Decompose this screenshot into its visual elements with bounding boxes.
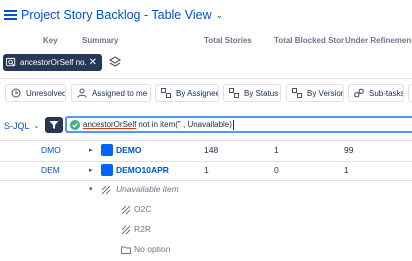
query-function: ancestorOrSelf: [83, 120, 137, 129]
group-by-icon: [292, 88, 302, 98]
hatched-item-icon: [121, 205, 131, 215]
quick-filter-unresolved[interactable]: Unresolved: [5, 84, 66, 102]
issue-key-link[interactable]: DMO: [41, 145, 61, 155]
list-item[interactable]: O2C: [0, 201, 412, 218]
project-icon: [101, 164, 113, 176]
layers-icon[interactable]: [108, 55, 122, 69]
toolbar-divider: [0, 78, 412, 79]
query-input[interactable]: ancestorOrSelf not in item(" , Unavailab…: [65, 116, 412, 133]
total-blocked-value: 1: [274, 145, 279, 155]
group-by-icon: [161, 88, 171, 98]
issue-key-link[interactable]: DEM: [41, 165, 60, 175]
chevron-down-icon: ⌄: [33, 123, 40, 130]
text-cursor: [232, 119, 234, 130]
under-refinement-value: 99: [344, 145, 354, 155]
quick-filter-sub-tasks[interactable]: Sub-tasks: [348, 84, 404, 102]
column-header-summary[interactable]: Summary: [82, 36, 118, 45]
clock-icon: [11, 88, 21, 98]
table-row[interactable]: DMO ▸ DEMO 148 1 99: [0, 142, 412, 159]
list-item[interactable]: No option: [0, 241, 412, 258]
column-header-key[interactable]: Key: [43, 36, 58, 45]
group-row-unavailable[interactable]: ▾ Unavailable item: [0, 181, 412, 198]
option-label: No option: [134, 244, 171, 254]
project-name-link[interactable]: DEMO10APR: [116, 165, 169, 175]
folder-icon: [121, 246, 131, 254]
filter-button[interactable]: [45, 117, 63, 133]
saved-filter-icon: [6, 57, 16, 67]
link-icon: [354, 88, 364, 98]
funnel-icon: [49, 121, 59, 129]
hatched-item-icon: [101, 185, 111, 195]
quick-filter-by-status[interactable]: By Status: [223, 84, 281, 102]
list-item[interactable]: R2R: [0, 221, 412, 238]
project-icon: [101, 144, 113, 156]
quick-filter-more[interactable]: [408, 84, 412, 102]
board-title[interactable]: Project Story Backlog - Table View ⌄: [4, 7, 223, 23]
under-refinement-value: 1: [344, 165, 349, 175]
column-header-total-stories[interactable]: Total Stories: [204, 36, 252, 45]
project-name-link[interactable]: DEMO: [116, 145, 142, 155]
total-blocked-value: 0: [274, 165, 279, 175]
table-view-icon: [4, 10, 17, 20]
hatched-item-icon: [121, 225, 131, 235]
column-header-total-blocked[interactable]: Total Blocked Stor: [274, 36, 344, 45]
column-header-under-refinement[interactable]: Under Refinemen: [345, 36, 411, 45]
quick-filter-label: By Status: [244, 88, 279, 98]
chevron-down-icon[interactable]: ⌄: [216, 10, 224, 21]
option-label: O2C: [134, 204, 152, 214]
quick-filter-bar: Unresolved Assigned to me By Assignee By…: [0, 84, 412, 102]
quick-filter-by-version[interactable]: By Version: [286, 84, 344, 102]
quick-filter-assigned-to-me[interactable]: Assigned to me: [71, 84, 151, 102]
quick-filter-label: Sub-tasks: [369, 88, 404, 98]
query-arguments: not in item(" , Unavailable): [138, 120, 232, 129]
expand-row-icon[interactable]: ▸: [89, 146, 93, 154]
option-label: R2R: [134, 224, 152, 234]
person-icon: [77, 88, 87, 98]
quick-filter-label: By Assignee: [176, 88, 219, 98]
active-filter-chip[interactable]: ancestorOrSelf no... ✕: [3, 54, 102, 71]
quick-filter-label: Assigned to me: [92, 88, 148, 98]
active-filter-label: ancestorOrSelf no...: [20, 58, 86, 67]
table-row[interactable]: DEM ▸ DEMO10APR 1 0 1: [0, 162, 412, 179]
query-mode-label: S-JQL: [4, 121, 30, 131]
valid-check-icon: [70, 119, 80, 130]
query-divider: [0, 140, 412, 141]
expand-row-icon[interactable]: ▸: [89, 166, 93, 174]
collapse-row-icon[interactable]: ▾: [89, 185, 93, 193]
page-title: Project Story Backlog - Table View: [21, 8, 212, 22]
total-stories-value: 148: [204, 145, 219, 155]
total-stories-value: 1: [204, 165, 209, 175]
close-icon[interactable]: ✕: [89, 57, 97, 68]
query-mode-selector[interactable]: S-JQL ⌄: [4, 121, 39, 131]
quick-filter-label: By Version: [307, 88, 344, 98]
group-by-icon: [229, 88, 239, 98]
group-label: Unavailable item: [116, 184, 179, 194]
quick-filter-by-assignee[interactable]: By Assignee: [155, 84, 219, 102]
quick-filter-label: Unresolved: [26, 88, 66, 98]
